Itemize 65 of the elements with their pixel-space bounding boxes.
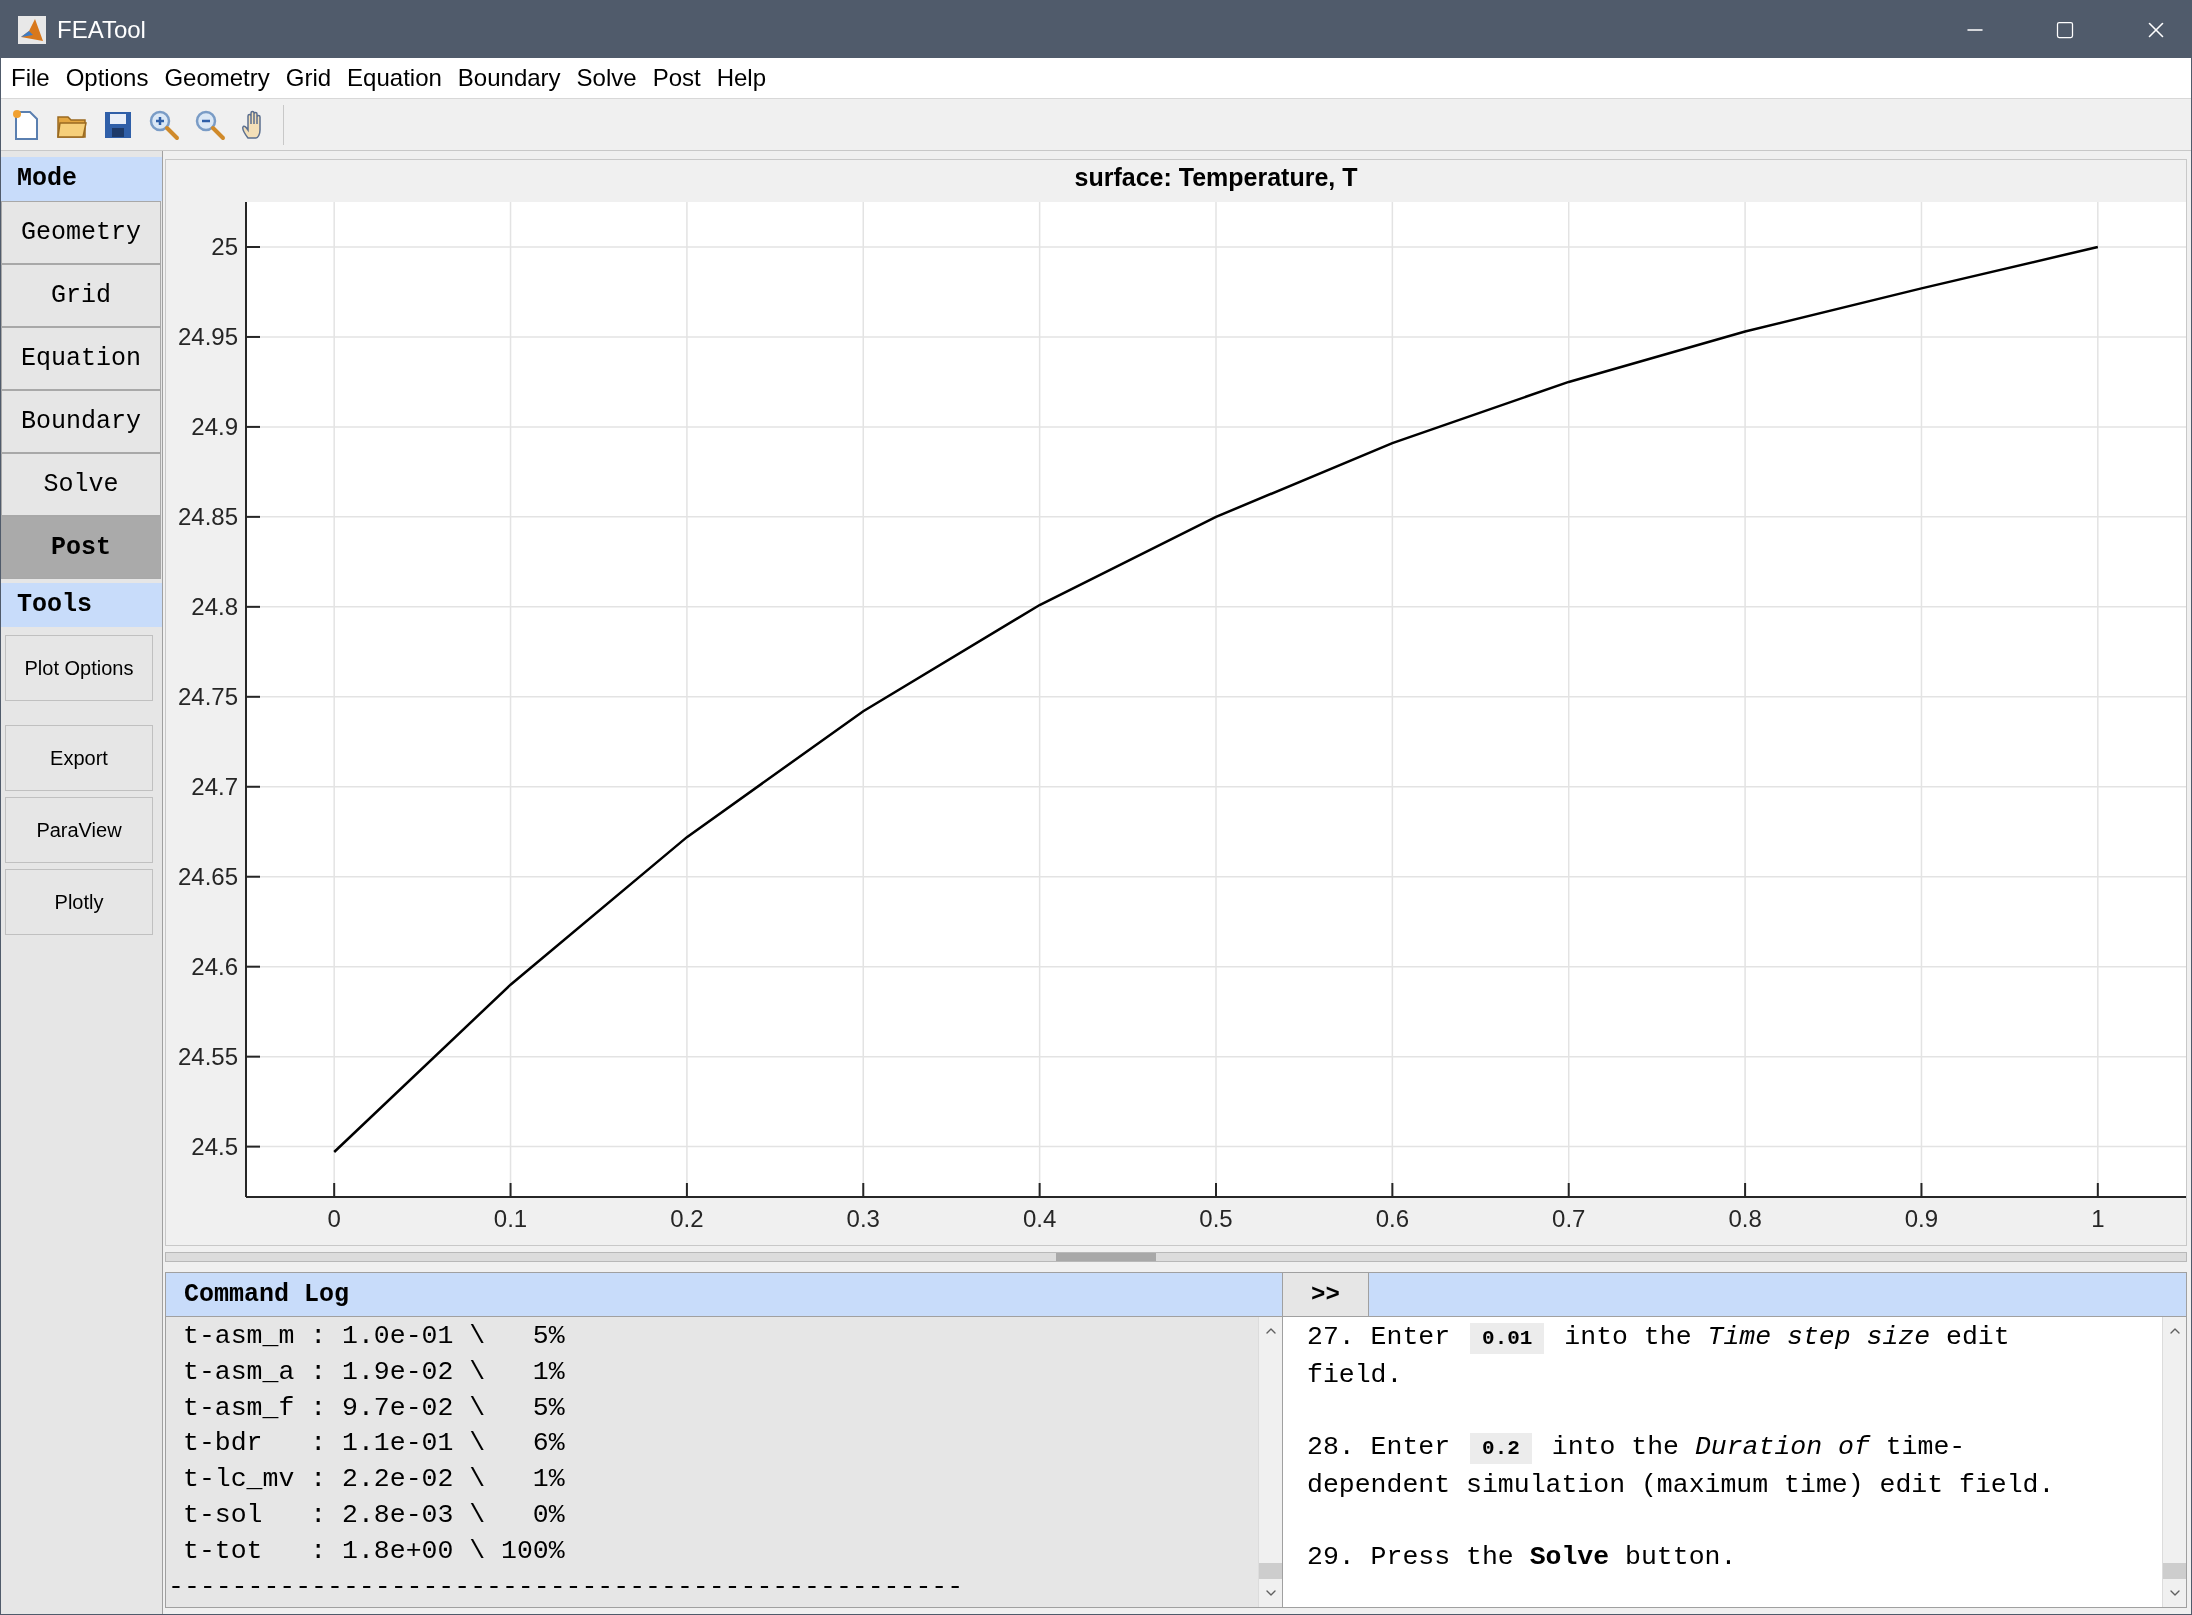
mode-header: Mode	[1, 157, 162, 201]
menu-item[interactable]: Geometry	[164, 60, 270, 96]
y-tick-label: 24.95	[177, 322, 238, 350]
mode-button[interactable]: Grid	[1, 264, 161, 327]
x-tick-label: 0.7	[1552, 1205, 1586, 1232]
app-logo-icon	[17, 14, 47, 45]
y-tick-label: 24.7	[191, 772, 238, 800]
y-tick-label: 24.6	[191, 952, 238, 980]
tools-header: Tools	[1, 583, 162, 627]
x-tick-label: 0.5	[1199, 1205, 1233, 1232]
menu-item[interactable]: Boundary	[457, 60, 561, 96]
mode-button[interactable]: Solve	[1, 453, 161, 516]
x-tick-label: 0.1	[493, 1205, 528, 1232]
log-separator: --------------------------------------------------	[167, 1570, 964, 1604]
log-line: t-tot : 1.8e+00 \ 100%	[182, 1534, 565, 1568]
y-tick-label: 24.75	[177, 682, 238, 710]
x-tick-label: 0.2	[670, 1205, 704, 1232]
menu-item[interactable]: Options	[65, 60, 149, 96]
x-tick-label: 1	[2091, 1205, 2105, 1232]
mode-button[interactable]: Geometry	[1, 201, 161, 264]
y-tick-label: 24.9	[191, 412, 238, 440]
window-title: FEATool	[57, 14, 146, 45]
x-tick-label: 0.9	[1904, 1205, 1939, 1232]
scroll-thumb[interactable]	[1259, 1563, 1282, 1579]
toggle-button[interactable]: >>	[1283, 1273, 1369, 1316]
log-line: t-lc_mv : 2.2e-02 \ 1%	[182, 1463, 565, 1497]
y-tick-label: 24.85	[177, 502, 238, 530]
tool-button[interactable]: Export	[5, 725, 153, 791]
mode-button[interactable]: Post	[1, 516, 161, 579]
scrollbar[interactable]	[2162, 1317, 2186, 1607]
mode-button[interactable]: Equation	[1, 327, 161, 390]
log-line: t-asm_f : 9.7e-02 \ 5%	[182, 1391, 565, 1425]
instruction-text: 29. Press the Solve button.	[1307, 1541, 1738, 1574]
menu-item[interactable]: Solve	[576, 60, 637, 96]
instruction-text: 28. Enter 0.2 into the Duration of time-dependent simulation (maximum time) edit field.	[1307, 1431, 2056, 1502]
x-tick-label: 0.4	[1022, 1205, 1057, 1232]
chart-title: surface: Temperature, T	[1074, 163, 1358, 191]
y-tick-label: 24.8	[191, 592, 238, 620]
log-line: t-asm_a : 1.9e-02 \ 1%	[182, 1355, 565, 1389]
scroll-thumb[interactable]	[2163, 1563, 2186, 1579]
log-line: t-bdr : 1.1e-01 \ 6%	[182, 1427, 565, 1461]
menu-item[interactable]: Help	[716, 60, 767, 96]
y-tick-label: 25	[211, 233, 238, 260]
tool-button[interactable]: ParaView	[5, 797, 153, 863]
mode-button[interactable]: Boundary	[1, 390, 161, 453]
x-tick-label: 0	[327, 1205, 341, 1232]
scrollbar[interactable]	[1258, 1317, 1282, 1607]
instruction-text: 27. Enter 0.01 into the Time step size edit field.	[1307, 1321, 2011, 1392]
menu-item[interactable]: Equation	[347, 60, 442, 96]
x-tick-label: 0.6	[1375, 1205, 1410, 1232]
menu-item[interactable]: File	[11, 60, 50, 96]
splitter-handle[interactable]	[1056, 1253, 1156, 1261]
menu-item[interactable]: Post	[652, 60, 701, 96]
log-header: Command Log	[166, 1273, 1282, 1317]
tool-button[interactable]: Plot Options	[5, 635, 153, 701]
y-tick-label: 24.5	[191, 1132, 238, 1160]
log-line: t-asm_m : 1.0e-01 \ 5%	[182, 1320, 565, 1353]
y-tick-label: 24.65	[177, 862, 238, 890]
x-tick-label: 0.8	[1728, 1205, 1762, 1232]
tool-button[interactable]: Plotly	[5, 869, 153, 935]
x-tick-label: 0.3	[846, 1205, 880, 1232]
log-line: t-sol : 2.8e-03 \ 0%	[182, 1499, 565, 1532]
y-tick-label: 24.55	[177, 1042, 238, 1070]
menu-item[interactable]: Grid	[285, 60, 332, 96]
maximize-icon[interactable]	[2055, 19, 2075, 40]
